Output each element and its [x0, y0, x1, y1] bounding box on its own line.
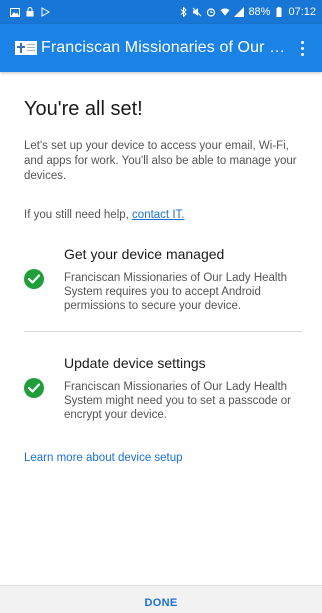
divider — [24, 331, 302, 332]
app-title: Franciscan Missionaries of Our L... — [41, 39, 287, 56]
device-screen: 88% 07:12 Franciscan Missionaries of Our… — [0, 0, 322, 613]
done-button[interactable]: DONE — [145, 597, 178, 609]
signal-icon — [234, 7, 245, 17]
step-update-settings: Update device settings Franciscan Missio… — [24, 354, 312, 422]
bottom-action-bar: DONE — [0, 585, 322, 613]
learn-more-link[interactable]: Learn more about device setup — [24, 452, 312, 464]
help-prefix: If you still need help, — [24, 209, 133, 221]
step-device-managed: Get your device managed Franciscan Missi… — [24, 245, 312, 313]
mute-icon — [192, 7, 202, 17]
page-title: You're all set! — [24, 98, 143, 120]
alarm-icon — [206, 7, 216, 17]
help-text: If you still need help, contact IT. — [24, 208, 312, 223]
check-circle-icon — [24, 378, 44, 398]
battery-percent: 88% — [248, 6, 271, 18]
app-bar: Franciscan Missionaries of Our L... — [0, 24, 322, 72]
contact-it-link[interactable]: contact IT. — [132, 209, 184, 221]
step-description: Franciscan Missionaries of Our Lady Heal… — [64, 381, 291, 421]
organization-logo-icon — [15, 41, 37, 55]
status-left-icons — [10, 7, 50, 17]
clock-time: 07:12 — [288, 6, 316, 18]
step-title: Update device settings — [64, 355, 206, 371]
gallery-icon — [10, 7, 20, 17]
lock-icon — [25, 7, 35, 17]
main-content: You're all set! Let's set up your device… — [0, 72, 322, 464]
wifi-icon — [220, 7, 230, 17]
bluetooth-icon — [178, 7, 188, 17]
step-title: Get your device managed — [64, 246, 225, 262]
status-right-icons: 88% 07:12 — [178, 6, 316, 18]
intro-text: Let's set up your device to access your … — [24, 140, 297, 182]
play-icon — [40, 7, 50, 17]
overflow-menu-icon[interactable] — [292, 36, 312, 60]
step-description: Franciscan Missionaries of Our Lady Heal… — [64, 272, 288, 312]
status-bar: 88% 07:12 — [0, 0, 322, 24]
battery-icon — [274, 7, 284, 17]
check-circle-icon — [24, 269, 44, 289]
